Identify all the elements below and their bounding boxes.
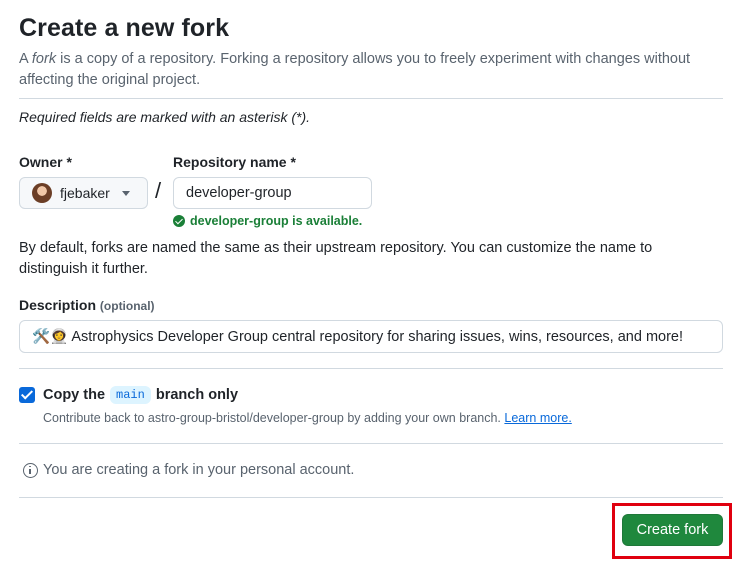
info-icon <box>23 462 38 478</box>
optional-tag: (optional) <box>99 299 155 313</box>
chevron-down-icon <box>121 190 130 196</box>
divider <box>19 443 723 444</box>
owner-name: fjebaker <box>60 185 110 201</box>
account-note: You are creating a fork in your personal… <box>23 462 354 478</box>
copy-branch-checkbox[interactable] <box>19 387 35 403</box>
owner-select-button[interactable]: fjebaker <box>19 177 148 209</box>
learn-more-link[interactable]: Learn more. <box>504 411 571 425</box>
divider <box>19 368 723 369</box>
slash-separator: / <box>155 178 162 203</box>
required-fields-note: Required fields are marked with an aster… <box>19 109 311 125</box>
divider <box>19 497 723 498</box>
description-input[interactable] <box>19 320 723 353</box>
description-label: Description (optional) <box>19 297 155 313</box>
divider <box>19 98 723 99</box>
availability-message: developer-group is available. <box>173 214 362 228</box>
copy-branch-help: Contribute back to astro-group-bristol/d… <box>43 411 572 425</box>
check-circle-icon <box>173 215 185 227</box>
owner-label: Owner * <box>19 154 72 170</box>
repository-name-input[interactable] <box>173 177 372 209</box>
page-title: Create a new fork <box>19 14 230 42</box>
avatar <box>32 183 52 203</box>
repository-name-label: Repository name * <box>173 154 296 170</box>
copy-branch-label[interactable]: Copy the main branch only <box>43 386 238 404</box>
default-name-note: By default, forks are named the same as … <box>19 240 653 277</box>
create-fork-button[interactable]: Create fork <box>622 514 723 546</box>
fork-intro: A fork is a copy of a repository. Forkin… <box>19 51 691 88</box>
branch-name-code: main <box>110 386 151 404</box>
